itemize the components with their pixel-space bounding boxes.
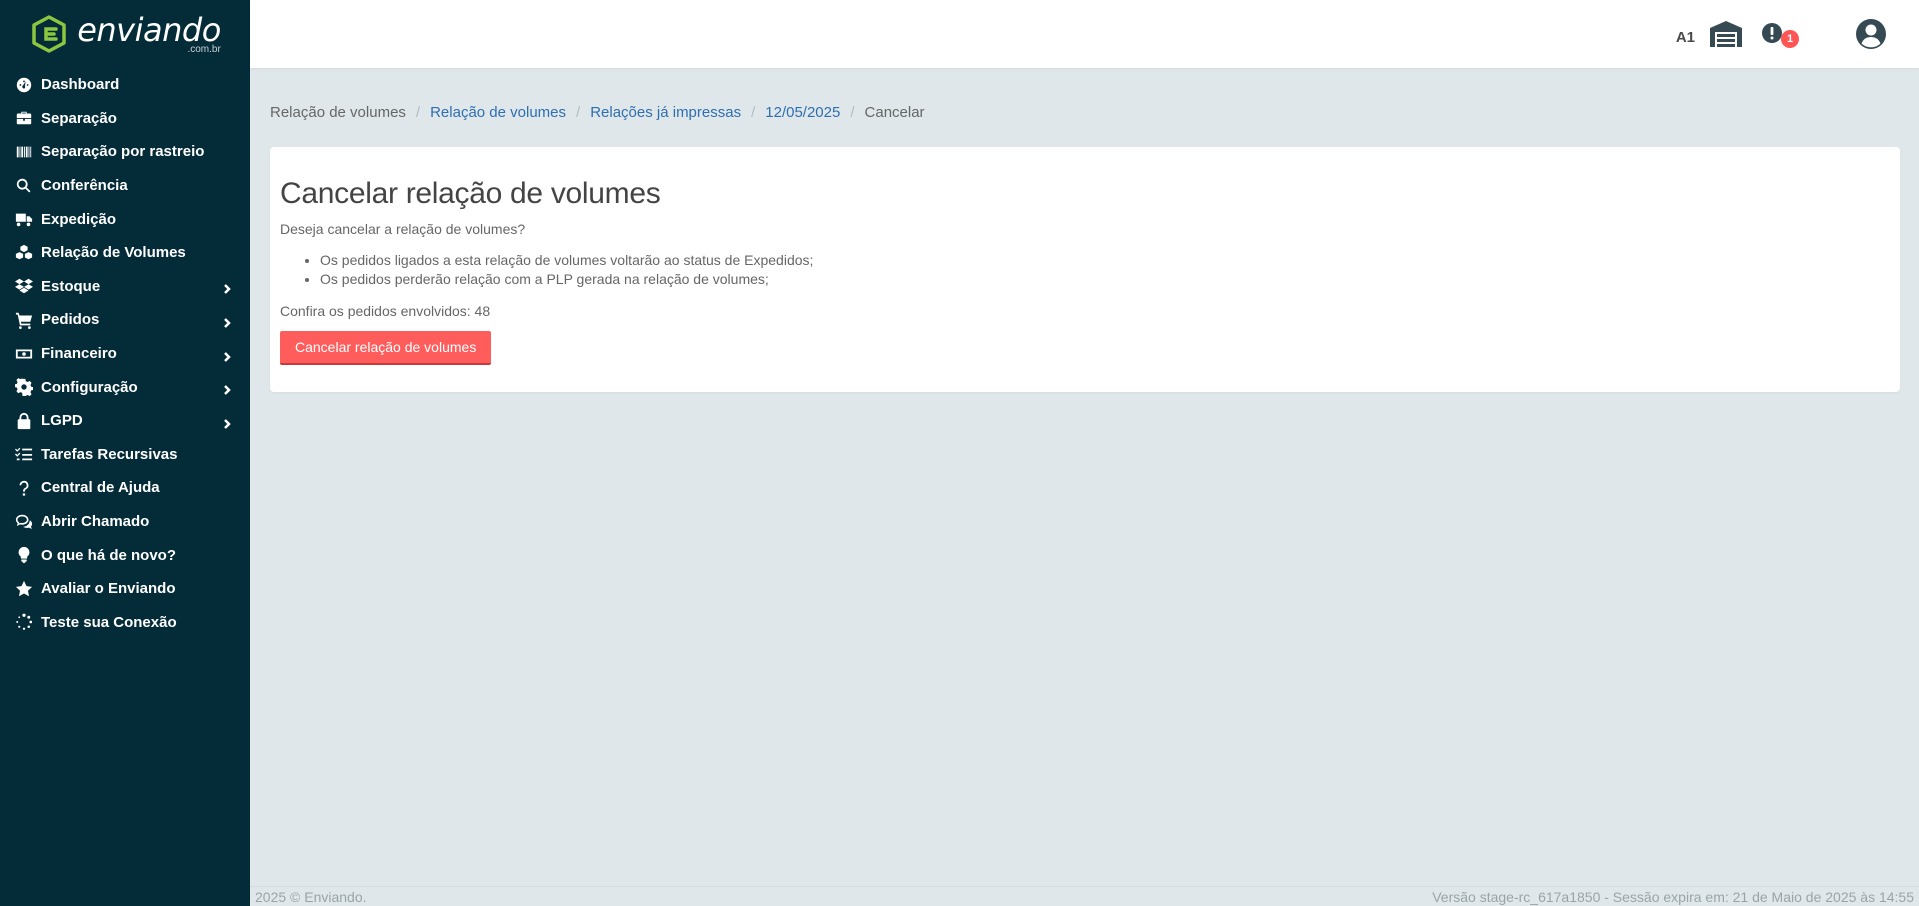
sidebar-item-tarefas[interactable]: Tarefas Recursivas (0, 438, 250, 472)
sidebar-item-label: Central de Ajuda (41, 479, 160, 497)
footer-version: Versão stage-rc_617a1850 - Sessão expira… (1432, 888, 1914, 905)
brand-domain: .com.br (187, 43, 221, 55)
search-icon (14, 176, 34, 196)
sidebar-item-label: LGPD (41, 412, 83, 430)
list-item: Os pedidos perderão relação com a PLP ge… (320, 270, 1890, 289)
barcode-icon (14, 142, 34, 162)
sidebar-item-label: Abrir Chamado (41, 513, 150, 531)
user-code[interactable]: A1 (1676, 29, 1695, 46)
sidebar: enviando .com.br Dashboard Separação Sep… (0, 0, 250, 906)
breadcrumb-link[interactable]: 12/05/2025 (765, 104, 840, 121)
sidebar-nav: Dashboard Separação Separação por rastre… (0, 68, 250, 639)
sidebar-item-conferencia[interactable]: Conferência (0, 169, 250, 203)
chevron-right-icon (222, 349, 232, 362)
sidebar-item-label: Teste sua Conexão (41, 613, 177, 631)
sidebar-item-label: Separação por rastreio (41, 143, 205, 161)
sidebar-item-label: Configuração (41, 378, 138, 396)
sidebar-item-financeiro[interactable]: Financeiro (0, 337, 250, 371)
cancel-relation-button[interactable]: Cancelar relação de volumes (280, 331, 492, 365)
sidebar-item-label: Conferência (41, 177, 128, 195)
cart-icon (14, 310, 34, 330)
breadcrumb-separator: / (751, 104, 756, 121)
lightbulb-icon (14, 545, 34, 565)
sidebar-item-label: Financeiro (41, 345, 117, 363)
brand-name: enviando (77, 10, 221, 49)
breadcrumb-link[interactable]: Relação de volumes (430, 104, 566, 121)
sidebar-item-configuracao[interactable]: Configuração (0, 370, 250, 404)
breadcrumb-separator: / (850, 104, 855, 121)
chevron-right-icon (222, 281, 232, 295)
logo-icon (32, 15, 66, 53)
breadcrumb: Relação de volumes / Relação de volumes … (270, 104, 925, 121)
orders-count-text: Confira os pedidos envolvidos: 48 (280, 303, 491, 319)
list-item: Os pedidos ligados a esta relação de vol… (320, 251, 1890, 270)
chevron-right-icon (222, 416, 232, 429)
logo[interactable]: enviando .com.br (0, 0, 250, 68)
sidebar-item-lgpd[interactable]: LGPD (0, 404, 250, 438)
sidebar-item-abrir-chamado[interactable]: Abrir Chamado (0, 505, 250, 539)
breadcrumb-link[interactable]: Relações já impressas (590, 104, 741, 121)
breadcrumb-separator: / (415, 104, 421, 121)
sidebar-item-label: Avaliar o Enviando (41, 580, 176, 598)
topbar: A1 1 (250, 0, 1919, 68)
warehouse-icon[interactable] (1709, 19, 1743, 49)
user-avatar-icon[interactable] (1855, 18, 1887, 50)
sidebar-item-dashboard[interactable]: Dashboard (0, 68, 250, 102)
sidebar-item-label: Dashboard (41, 76, 120, 94)
sidebar-item-estoque[interactable]: Estoque (0, 270, 250, 304)
sidebar-item-pedidos[interactable]: Pedidos (0, 303, 250, 337)
boxes-icon (14, 243, 34, 263)
sidebar-item-central-ajuda[interactable]: Central de Ajuda (0, 471, 250, 505)
dropbox-icon (14, 276, 34, 296)
sidebar-item-expedicao[interactable]: Expedição (0, 202, 250, 236)
footer: 2025 © Enviando. Versão stage-rc_617a185… (250, 886, 1919, 906)
cancel-card: Cancelar relação de volumes Deseja cance… (270, 147, 1900, 392)
sidebar-item-avaliar[interactable]: Avaliar o Enviando (0, 572, 250, 606)
breadcrumb-current: Cancelar (864, 104, 925, 121)
question-icon (14, 478, 34, 498)
sidebar-item-label: Pedidos (41, 311, 100, 329)
gear-icon (14, 377, 34, 397)
chevron-right-icon (222, 315, 232, 328)
chevron-right-icon (222, 382, 232, 396)
sidebar-item-label: Separação (41, 109, 117, 127)
sidebar-item-label: O que há de novo? (41, 546, 177, 564)
tasks-icon (14, 444, 34, 464)
money-icon (14, 344, 34, 364)
lock-icon (14, 411, 34, 431)
breadcrumb-item: Relação de volumes (270, 104, 406, 121)
sidebar-item-novidades[interactable]: O que há de novo? (0, 538, 250, 572)
spinner-icon (14, 612, 34, 632)
sidebar-item-label: Estoque (41, 277, 101, 295)
truck-icon (14, 209, 34, 229)
sidebar-item-label: Tarefas Recursivas (41, 445, 178, 463)
toolbox-icon (14, 108, 34, 128)
alert-count-badge: 1 (1781, 30, 1799, 48)
sidebar-item-label: Relação de Volumes (41, 244, 186, 262)
sidebar-item-label: Expedição (41, 210, 117, 228)
chat-icon (14, 512, 34, 532)
breadcrumb-separator: / (576, 104, 581, 121)
dashboard-icon (14, 75, 34, 95)
sidebar-item-teste-conexao[interactable]: Teste sua Conexão (0, 606, 250, 640)
alerts-button[interactable]: 1 (1761, 22, 1799, 48)
sidebar-item-relacao-volumes[interactable]: Relação de Volumes (0, 236, 250, 270)
confirm-question: Deseja cancelar a relação de volumes? (280, 221, 526, 237)
footer-copyright: 2025 © Enviando. (255, 888, 367, 905)
sidebar-item-separacao-rastreio[interactable]: Separação por rastreio (0, 135, 250, 169)
sidebar-item-separacao[interactable]: Separação (0, 102, 250, 136)
consequences-list: Os pedidos ligados a esta relação de vol… (280, 251, 1890, 289)
star-icon (14, 579, 34, 599)
page-title: Cancelar relação de volumes (280, 177, 661, 210)
alert-icon (1762, 23, 1782, 43)
